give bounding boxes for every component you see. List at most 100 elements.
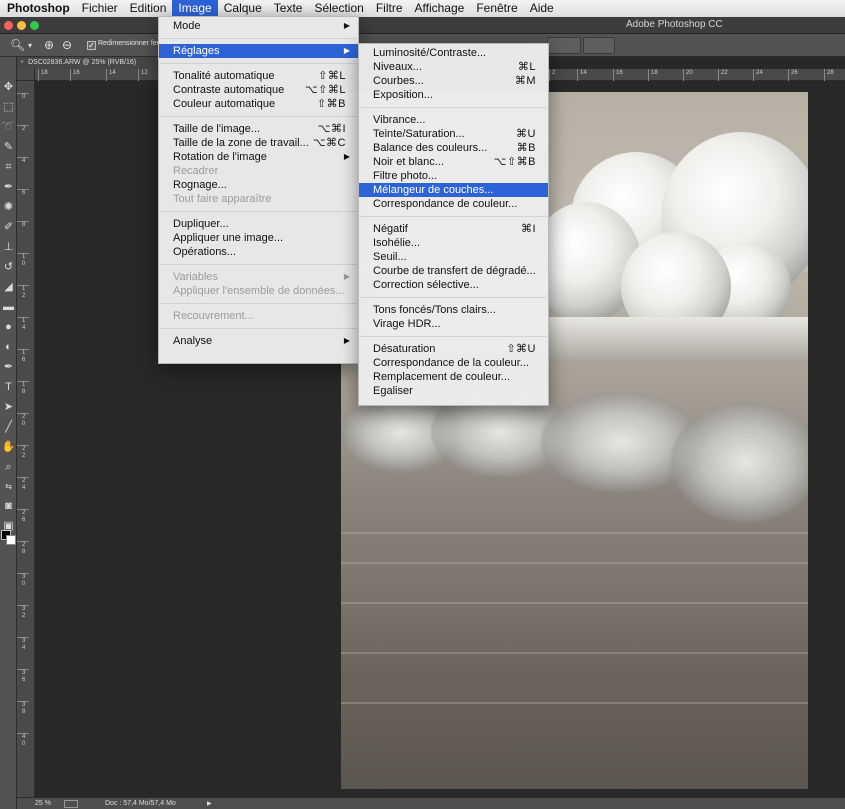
option-button-2[interactable] [583,37,615,54]
dodge-tool-icon[interactable]: ◐ [1,339,16,355]
menu-filtre[interactable]: Filtre [370,0,409,17]
reglages-item-isohelie[interactable]: Isohélie... [359,236,548,250]
reglages-item-correspondance-de-la-couleur[interactable]: Correspondance de la couleur... [359,356,548,370]
menu-image[interactable]: Image [172,0,218,17]
zoom-out-icon[interactable]: ⊖ [62,38,72,52]
reglages-item-teinte-saturation[interactable]: Teinte/Saturation... ⌘U [359,127,548,141]
reglages-item-noir-et-blanc[interactable]: Noir et blanc... ⌥⇧⌘B [359,155,548,169]
healing-brush-tool-icon[interactable]: ✺ [1,199,16,215]
image-item-operations[interactable]: Opérations... [159,245,358,259]
reglages-item-label: Remplacement de couleur... [373,371,510,383]
vertical-ruler[interactable]: 0 2 4 6 8 1 0 1 2 1 4 1 6 1 8 2 0 2 2 2 4 2 6 2 8 3 0 3 … [17,81,35,797]
reglages-item-desaturation[interactable]: Désaturation ⇧⌘U [359,342,548,356]
image-item-rognage[interactable]: Rognage... [159,178,358,192]
swap-colors-icon[interactable]: ⇆ [1,479,16,495]
menu-photoshop[interactable]: Photoshop [0,0,76,17]
path-selection-tool-icon[interactable]: ➤ [1,399,16,415]
background-color-swatch[interactable] [6,535,16,545]
reglages-separator [360,216,547,217]
menu-fichier[interactable]: Fichier [76,0,124,17]
reglages-item-luminosite-contraste[interactable]: Luminosité/Contraste... [359,46,548,60]
tool-preset-chevron-icon[interactable]: ▾ [28,41,32,50]
menu-selection[interactable]: Sélection [308,0,369,17]
image-water-streak [341,532,808,534]
zoom-window-button[interactable] [30,21,39,30]
image-item-taille-de-la-zone-de-travail[interactable]: Taille de la zone de travail... ⌥⌘C [159,136,358,150]
eraser-tool-icon[interactable]: ◢ [1,279,16,295]
reglages-item-balance-des-couleurs[interactable]: Balance des couleurs... ⌘B [359,141,548,155]
image-item-rotation-de-l-image[interactable]: Rotation de l'image ▶ [159,150,358,164]
zoom-tool-icon[interactable]: 🔍︎ [10,38,25,52]
document-tab[interactable]: × DSC02836.ARW @ 25% (RVB/16) [17,57,162,69]
reglages-item-shortcut: ⌘L [517,61,536,73]
reglages-item-courbes[interactable]: Courbes... ⌘M [359,74,548,88]
status-thumbnail-icon[interactable] [64,800,78,808]
brush-tool-icon[interactable]: ✐ [1,219,16,235]
line-tool-icon[interactable]: ╱ [1,419,16,435]
reglages-item-melangeur-de-couches[interactable]: Mélangeur de couches... [359,183,548,197]
reglages-item-negatif[interactable]: Négatif ⌘I [359,222,548,236]
menu-texte[interactable]: Texte [268,0,309,17]
image-item-analyse[interactable]: Analyse ▶ [159,334,358,348]
menu-affichage[interactable]: Affichage [409,0,471,17]
reglages-item-courbe-de-transfert-de-degrade[interactable]: Courbe de transfert de dégradé... [359,264,548,278]
minimize-window-button[interactable] [17,21,26,30]
pen-tool-icon[interactable]: ✒ [1,359,16,375]
image-item-contraste-automatique[interactable]: Contraste automatique ⌥⇧⌘L [159,83,358,97]
submenu-arrow-icon: ▶ [343,152,350,161]
image-item-tonalite-automatique[interactable]: Tonalité automatique ⇧⌘L [159,69,358,83]
image-item-taille-de-l-image[interactable]: Taille de l'image... ⌥⌘I [159,122,358,136]
crop-tool-icon[interactable]: ⌗ [1,159,16,175]
ruler-tick-label: 14 [577,69,587,81]
move-tool-icon[interactable]: ✥ [1,79,16,95]
type-tool-icon[interactable]: T [1,379,16,395]
image-item-label: Rotation de l'image [173,151,267,163]
zoom-tool-panel-icon[interactable]: ⌕ [1,459,16,475]
zoom-level[interactable]: 25 % [35,798,51,809]
menu-calque[interactable]: Calque [218,0,268,17]
image-item-mode[interactable]: Mode ▶ [159,19,358,33]
image-separator [160,116,357,117]
image-item-dupliquer[interactable]: Dupliquer... [159,217,358,231]
status-arrow-icon[interactable]: ▶ [207,798,212,809]
close-document-icon[interactable]: × [20,59,24,66]
reglages-item-niveaux[interactable]: Niveaux... ⌘L [359,60,548,74]
menu-edition[interactable]: Edition [124,0,173,17]
gradient-tool-icon[interactable]: ▬ [1,299,16,315]
image-item-reglages[interactable]: Réglages ▶ [159,44,358,58]
image-item-couleur-automatique[interactable]: Couleur automatique ⇧⌘B [159,97,358,111]
blur-tool-icon[interactable]: ● [1,319,16,335]
reglages-separator [360,297,547,298]
reglages-item-vibrance[interactable]: Vibrance... [359,113,548,127]
eyedropper-tool-icon[interactable]: ✒ [1,179,16,195]
clone-stamp-tool-icon[interactable]: ⊥ [1,239,16,255]
reglages-item-tons-fonces-tons-clairs[interactable]: Tons foncés/Tons clairs... [359,303,548,317]
reglages-item-egaliser[interactable]: Egaliser [359,384,548,398]
menu-fenetre[interactable]: Fenêtre [470,0,523,17]
resize-windows-checkbox[interactable]: ✓ [87,41,96,50]
lasso-tool-icon[interactable]: ➰ [1,119,16,135]
reglages-item-exposition[interactable]: Exposition... [359,88,548,102]
image-item-shortcut: ⌥⇧⌘L [304,84,346,96]
reglages-item-filtre-photo[interactable]: Filtre photo... [359,169,548,183]
zoom-in-icon[interactable]: ⊕ [44,38,54,52]
ruler-corner[interactable] [17,69,35,81]
reglages-item-correspondance-de-couleur[interactable]: Correspondance de couleur... [359,197,548,211]
reglages-item-correction-selective[interactable]: Correction sélective... [359,278,548,292]
history-brush-tool-icon[interactable]: ↺ [1,259,16,275]
ruler-tick-label: 3 2 [17,605,29,620]
close-window-button[interactable] [4,21,13,30]
option-button-1[interactable] [547,37,581,54]
marquee-tool-icon[interactable]: ⬚ [1,99,16,115]
screen-mode-icon[interactable]: ▣ [1,518,16,534]
image-item-appliquer-une-image[interactable]: Appliquer une image... [159,231,358,245]
hand-tool-icon[interactable]: ✋ [1,439,16,455]
reglages-item-seuil[interactable]: Seuil... [359,250,548,264]
quick-mask-icon[interactable]: ◙ [1,498,16,514]
reglages-item-virage-hdr[interactable]: Virage HDR... [359,317,548,331]
ruler-tick-label: 3 6 [17,669,29,684]
menu-aide[interactable]: Aide [524,0,560,17]
quick-selection-tool-icon[interactable]: ✎ [1,139,16,155]
reglages-item-remplacement-de-couleur[interactable]: Remplacement de couleur... [359,370,548,384]
reglages-item-shortcut: ⌘I [520,223,536,235]
